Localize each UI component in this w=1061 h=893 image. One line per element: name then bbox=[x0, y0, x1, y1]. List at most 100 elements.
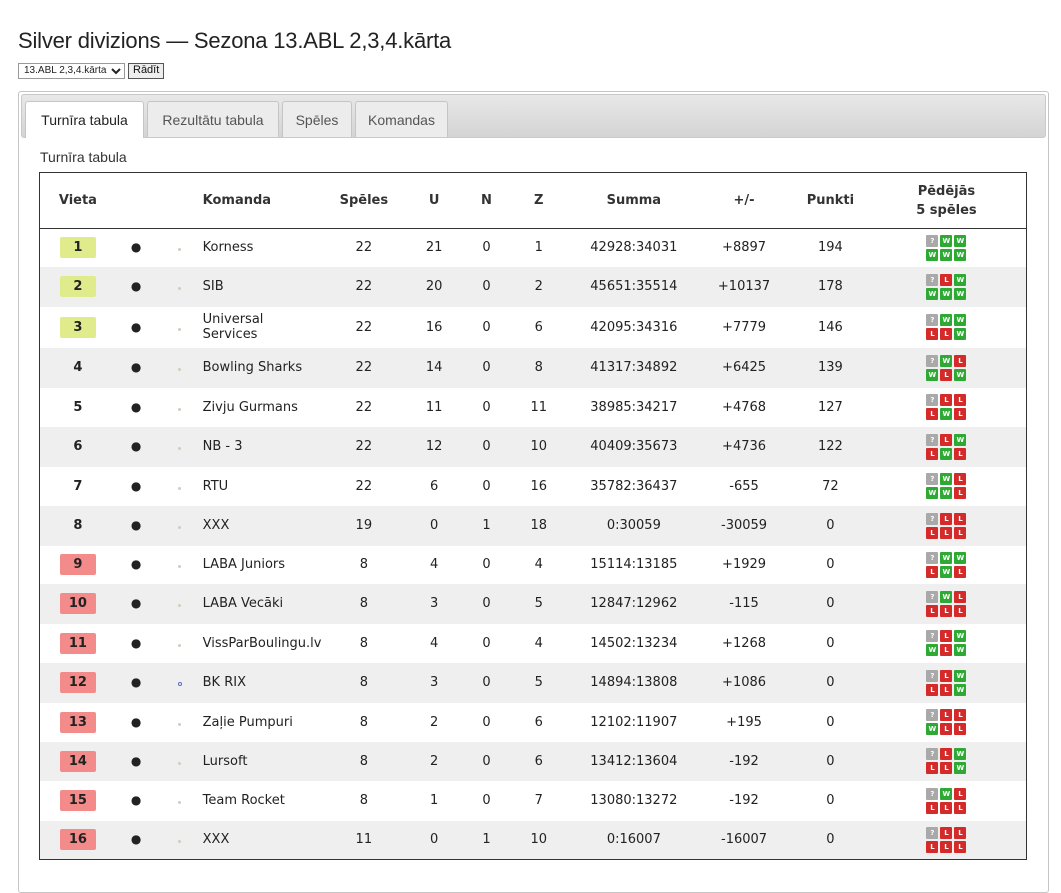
show-button[interactable]: Rādīt bbox=[128, 62, 165, 79]
team-name-link[interactable]: Zivju Gurmans bbox=[203, 400, 298, 415]
result-badge[interactable]: W bbox=[926, 287, 939, 300]
result-badge[interactable]: L bbox=[940, 630, 953, 642]
result-badge[interactable]: L bbox=[940, 526, 953, 539]
result-badge[interactable]: W bbox=[940, 565, 953, 578]
result-badge[interactable]: L bbox=[940, 273, 953, 286]
result-badge[interactable]: L bbox=[940, 368, 953, 381]
result-badge[interactable]: L bbox=[940, 826, 953, 839]
result-badge[interactable]: L bbox=[926, 408, 939, 420]
cell-team[interactable]: Korness bbox=[202, 228, 329, 267]
team-name-link[interactable]: Bowling Sharks bbox=[203, 360, 302, 375]
result-badge[interactable]: L bbox=[954, 354, 967, 367]
col-header-place[interactable]: Vieta bbox=[39, 172, 116, 229]
result-badge[interactable]: L bbox=[926, 526, 939, 539]
result-badge[interactable]: W bbox=[926, 248, 939, 261]
result-badge[interactable]: W bbox=[954, 644, 967, 656]
result-badge[interactable]: W bbox=[954, 248, 967, 261]
result-badge[interactable]: L bbox=[926, 447, 939, 460]
team-name-link[interactable]: BK RIX bbox=[203, 675, 246, 690]
team-name-link[interactable]: SIB bbox=[203, 279, 224, 294]
result-badge[interactable]: L bbox=[954, 526, 967, 539]
cell-team[interactable]: Team Rocket bbox=[202, 780, 329, 821]
team-name-link[interactable]: LABA Juniors bbox=[203, 557, 285, 572]
result-badge[interactable]: W bbox=[926, 723, 939, 735]
result-badge[interactable]: L bbox=[940, 762, 953, 774]
result-badge[interactable]: L bbox=[954, 723, 967, 735]
team-name-link[interactable]: LABA Vecāki bbox=[203, 596, 284, 611]
result-badge[interactable]: L bbox=[926, 328, 939, 340]
result-badge[interactable]: L bbox=[954, 604, 967, 617]
result-badge[interactable]: ? bbox=[926, 709, 939, 721]
result-badge[interactable]: ? bbox=[926, 354, 939, 367]
team-name-link[interactable]: RTU bbox=[203, 479, 229, 494]
result-badge[interactable]: W bbox=[940, 787, 953, 800]
cell-team[interactable]: XXX bbox=[202, 505, 329, 546]
result-badge[interactable]: ? bbox=[926, 473, 939, 485]
result-badge[interactable]: ? bbox=[926, 551, 939, 564]
season-select[interactable]: 13.ABL 2,3,4.kārta bbox=[18, 62, 125, 79]
result-badge[interactable]: W bbox=[940, 408, 953, 420]
tab-teams[interactable]: Komandas bbox=[355, 101, 448, 137]
result-badge[interactable]: W bbox=[940, 487, 953, 499]
team-name-link[interactable]: XXX bbox=[203, 518, 230, 533]
result-badge[interactable]: L bbox=[926, 762, 939, 774]
result-badge[interactable]: W bbox=[940, 473, 953, 485]
result-badge[interactable]: W bbox=[940, 590, 953, 603]
result-badge[interactable]: W bbox=[954, 273, 967, 286]
cell-team[interactable]: Bowling Sharks bbox=[202, 347, 329, 388]
result-badge[interactable]: L bbox=[954, 512, 967, 525]
result-badge[interactable]: L bbox=[940, 644, 953, 656]
team-name-link[interactable]: Korness bbox=[203, 240, 254, 255]
result-badge[interactable]: L bbox=[940, 328, 953, 340]
result-badge[interactable]: W bbox=[954, 368, 967, 381]
team-name-link[interactable]: Universal Services bbox=[203, 312, 273, 342]
result-badge[interactable]: ? bbox=[926, 590, 939, 603]
result-badge[interactable]: L bbox=[954, 565, 967, 578]
result-badge[interactable]: W bbox=[940, 551, 953, 564]
result-badge[interactable]: W bbox=[954, 314, 967, 326]
col-header-draws[interactable]: N bbox=[468, 172, 504, 229]
result-badge[interactable]: W bbox=[954, 328, 967, 340]
team-name-link[interactable]: NB - 3 bbox=[203, 439, 243, 454]
col-header-games[interactable]: Spēles bbox=[328, 172, 400, 229]
result-badge[interactable]: L bbox=[940, 394, 953, 406]
cell-team[interactable]: Zaļie Pumpuri bbox=[202, 702, 329, 742]
result-badge[interactable]: W bbox=[954, 669, 967, 682]
result-badge[interactable]: L bbox=[954, 473, 967, 485]
result-badge[interactable]: L bbox=[940, 840, 953, 853]
cell-team[interactable]: Universal Services bbox=[202, 306, 329, 348]
result-badge[interactable]: L bbox=[954, 787, 967, 800]
cell-team[interactable]: SIB bbox=[202, 266, 329, 307]
col-header-wins[interactable]: U bbox=[399, 172, 469, 229]
result-badge[interactable]: W bbox=[926, 487, 939, 499]
result-badge[interactable]: L bbox=[954, 840, 967, 853]
result-badge[interactable]: W bbox=[954, 630, 967, 642]
team-name-link[interactable]: Team Rocket bbox=[203, 793, 285, 808]
result-badge[interactable]: W bbox=[954, 551, 967, 564]
team-name-link[interactable]: Lursoft bbox=[203, 754, 248, 769]
result-badge[interactable]: W bbox=[954, 287, 967, 300]
cell-team[interactable]: Zivju Gurmans bbox=[202, 387, 329, 427]
result-badge[interactable]: L bbox=[940, 709, 953, 721]
result-badge[interactable]: L bbox=[954, 801, 967, 814]
result-badge[interactable]: L bbox=[954, 408, 967, 420]
cell-team[interactable]: Lursoft bbox=[202, 741, 329, 781]
result-badge[interactable]: W bbox=[940, 447, 953, 460]
col-header-diff[interactable]: +/- bbox=[694, 172, 794, 229]
result-badge[interactable]: ? bbox=[926, 787, 939, 800]
result-badge[interactable]: L bbox=[926, 840, 939, 853]
result-badge[interactable]: L bbox=[954, 394, 967, 406]
result-badge[interactable]: L bbox=[926, 565, 939, 578]
result-badge[interactable]: W bbox=[940, 234, 953, 247]
result-badge[interactable]: L bbox=[940, 748, 953, 760]
result-badge[interactable]: L bbox=[954, 487, 967, 499]
result-badge[interactable]: W bbox=[926, 368, 939, 381]
tab-standings[interactable]: Turnīra tabula bbox=[25, 101, 144, 138]
cell-team[interactable]: XXX bbox=[202, 820, 329, 860]
result-badge[interactable]: L bbox=[940, 801, 953, 814]
result-badge[interactable]: W bbox=[954, 762, 967, 774]
result-badge[interactable]: W bbox=[926, 644, 939, 656]
result-badge[interactable]: W bbox=[940, 287, 953, 300]
result-badge[interactable]: L bbox=[940, 512, 953, 525]
result-badge[interactable]: L bbox=[926, 801, 939, 814]
